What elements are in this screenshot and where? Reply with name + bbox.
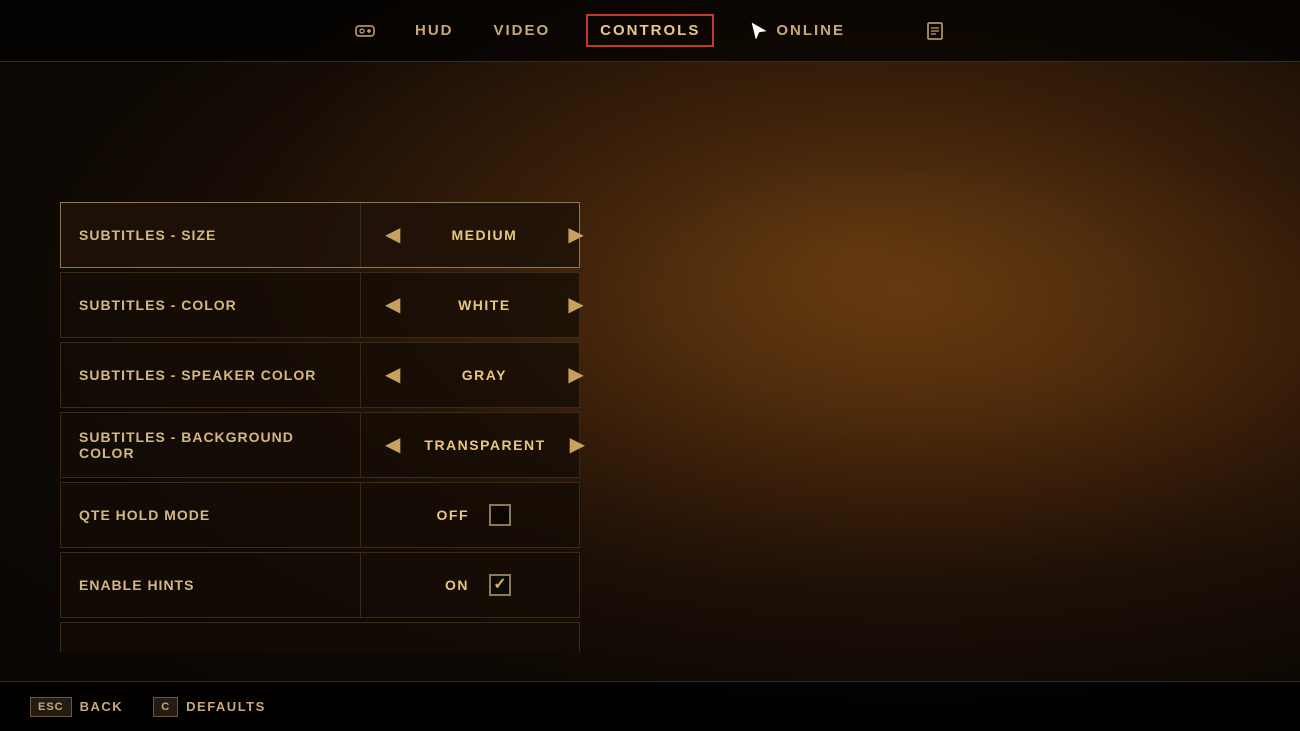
subtitles-speaker-color-control: ◀ Gray ▶ xyxy=(361,343,608,407)
enable-hints-checkbox[interactable]: ✓ xyxy=(489,574,511,596)
subtitles-bg-color-row: Subtitles - Background Color ◀ Transpare… xyxy=(60,412,580,478)
subtitles-size-label: Subtitles - Size xyxy=(61,203,361,267)
subtitles-speaker-next[interactable]: ▶ xyxy=(560,361,591,389)
nav-tabs: HUD VIDEO CONTROLS ONLINE xyxy=(351,13,949,49)
subtitles-size-control: ◀ Medium ▶ xyxy=(361,203,608,267)
tab-hud[interactable]: VIDEO xyxy=(489,14,554,47)
subtitles-speaker-prev[interactable]: ◀ xyxy=(377,361,408,389)
back-button[interactable]: ESC Back xyxy=(30,697,123,717)
tab-online[interactable] xyxy=(881,23,889,39)
subtitles-size-value: Medium xyxy=(424,227,544,243)
settings-panel: Subtitles - Size ◀ Medium ▶ Subtitles - … xyxy=(60,202,580,652)
enable-hints-control: On ✓ xyxy=(361,562,579,608)
defaults-label: Defaults xyxy=(186,699,266,714)
main-content: Subtitles - Size ◀ Medium ▶ Subtitles - … xyxy=(0,62,1300,681)
game-icon[interactable] xyxy=(351,17,379,45)
checkmark-icon: ✓ xyxy=(493,577,506,593)
subtitles-size-prev[interactable]: ◀ xyxy=(377,221,408,249)
subtitles-size-next[interactable]: ▶ xyxy=(560,221,591,249)
qte-hold-mode-control: Off xyxy=(361,492,579,538)
subtitles-speaker-color-row: Subtitles - Speaker Color ◀ Gray ▶ xyxy=(60,342,580,408)
qte-hold-mode-value: Off xyxy=(429,507,469,523)
enable-hints-value: On xyxy=(429,577,469,593)
qte-hold-mode-row: QTE Hold Mode Off xyxy=(60,482,580,548)
defaults-button[interactable]: C Defaults xyxy=(153,697,266,717)
enable-hints-row: Enable Hints On ✓ xyxy=(60,552,580,618)
subtitles-bg-next[interactable]: ▶ xyxy=(562,431,593,459)
subtitles-color-value: White xyxy=(424,297,544,313)
subtitles-bg-value: Transparent xyxy=(424,437,545,453)
subtitles-size-row: Subtitles - Size ◀ Medium ▶ xyxy=(60,202,580,268)
subtitles-speaker-value: Gray xyxy=(424,367,544,383)
subtitles-bg-color-label: Subtitles - Background Color xyxy=(61,413,361,477)
subtitles-speaker-color-label: Subtitles - Speaker Color xyxy=(61,343,361,407)
subtitles-color-control: ◀ White ▶ xyxy=(361,273,608,337)
partial-row xyxy=(60,622,580,652)
qte-hold-mode-label: QTE Hold Mode xyxy=(61,483,361,547)
subtitles-color-prev[interactable]: ◀ xyxy=(377,291,408,319)
bottombar: ESC Back C Defaults xyxy=(0,681,1300,731)
subtitles-color-next[interactable]: ▶ xyxy=(560,291,591,319)
subtitles-color-row: Subtitles - Color ◀ White ▶ xyxy=(60,272,580,338)
topbar: HUD VIDEO CONTROLS ONLINE xyxy=(0,0,1300,62)
esc-key-badge: ESC xyxy=(30,697,72,717)
extra-icon[interactable] xyxy=(921,17,949,45)
tab-game[interactable]: HUD xyxy=(411,14,458,47)
qte-hold-mode-checkbox[interactable] xyxy=(489,504,511,526)
subtitles-bg-color-control: ◀ Transparent ▶ xyxy=(361,413,609,477)
c-key-badge: C xyxy=(153,697,178,717)
enable-hints-label: Enable Hints xyxy=(61,553,361,617)
tab-controls[interactable]: ONLINE xyxy=(746,13,849,49)
tab-video[interactable]: CONTROLS xyxy=(586,14,714,47)
back-label: Back xyxy=(80,699,124,714)
subtitles-color-label: Subtitles - Color xyxy=(61,273,361,337)
subtitles-bg-prev[interactable]: ◀ xyxy=(377,431,408,459)
